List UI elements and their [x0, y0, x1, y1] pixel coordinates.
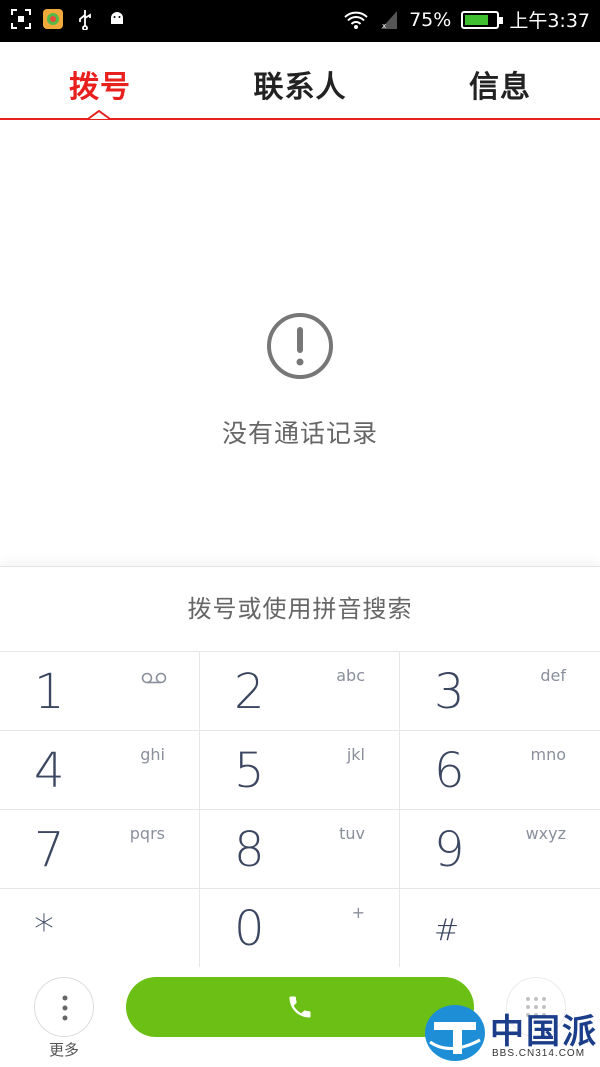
- battery-icon: [461, 10, 504, 29]
- key-digit: 5: [234, 743, 265, 799]
- svg-text:x: x: [382, 22, 386, 30]
- status-bar: x 75% 上午3:37: [0, 0, 600, 42]
- battery-percent: 75%: [409, 8, 452, 31]
- dial-search-input[interactable]: 拨号或使用拼音搜索: [0, 567, 600, 651]
- key-digit: 9: [434, 822, 465, 878]
- app-icon: [43, 9, 63, 29]
- more-label: 更多: [48, 1041, 79, 1059]
- key-letters: tuv: [339, 824, 365, 843]
- key-2[interactable]: 2 abc: [200, 652, 400, 731]
- tab-messages[interactable]: 信息: [400, 62, 600, 106]
- dialpad-panel: 拨号或使用拼音搜索 1 2 abc 3 def 4 ghi 5 jkl 6 mn…: [0, 566, 600, 1067]
- key-7[interactable]: 7 pqrs: [0, 810, 200, 889]
- more-vertical-icon: [62, 995, 68, 1021]
- key-digit: *: [34, 907, 54, 953]
- voicemail-icon: [141, 672, 167, 684]
- usb-icon: [79, 10, 91, 30]
- status-icons-right: x 75% 上午3:37: [343, 6, 590, 33]
- more-button[interactable]: [34, 977, 94, 1037]
- key-digit: 0: [234, 901, 265, 957]
- key-digit: 3: [434, 664, 465, 720]
- key-0[interactable]: 0 +: [200, 889, 400, 968]
- key-digit: #: [434, 913, 460, 948]
- clock: 上午3:37: [509, 10, 590, 32]
- battery-level: [465, 14, 488, 25]
- key-letters: wxyz: [525, 824, 566, 843]
- key-digit: 7: [34, 822, 65, 878]
- key-6[interactable]: 6 mno: [400, 731, 600, 810]
- watermark-text: 中国派: [490, 1012, 598, 1052]
- key-9[interactable]: 9 wxyz: [400, 810, 600, 889]
- tab-indicator-notch: [88, 110, 110, 120]
- key-letters: ghi: [140, 745, 165, 764]
- key-star[interactable]: *: [0, 889, 200, 968]
- key-letters: def: [540, 666, 566, 685]
- key-8[interactable]: 8 tuv: [200, 810, 400, 889]
- wifi-icon: [344, 11, 368, 29]
- screenshot-icon: [11, 9, 31, 29]
- key-1[interactable]: 1: [0, 652, 200, 731]
- tab-contacts[interactable]: 联系人: [200, 62, 400, 106]
- key-letters: mno: [530, 745, 566, 764]
- key-5[interactable]: 5 jkl: [200, 731, 400, 810]
- key-digit: 8: [234, 822, 265, 878]
- signal-icon: x: [381, 10, 398, 30]
- watermark: 中国派 BBS.CN314.COM: [420, 1000, 600, 1067]
- watermark-sub: BBS.CN314.COM: [492, 1048, 586, 1059]
- android-icon: [111, 12, 123, 24]
- key-4[interactable]: 4 ghi: [0, 731, 200, 810]
- dialpad: 1 2 abc 3 def 4 ghi 5 jkl 6 mno 7 pqrs 8…: [0, 651, 600, 968]
- key-letters: abc: [336, 666, 365, 685]
- key-digit: 4: [34, 743, 65, 799]
- call-log-empty-state: 没有通话记录: [0, 124, 600, 566]
- status-icons-left: [10, 8, 128, 30]
- watermark-logo: [425, 1005, 485, 1061]
- key-letters: pqrs: [129, 824, 165, 843]
- empty-state-text: 没有通话记录: [221, 419, 378, 448]
- phone-icon: [289, 996, 311, 1018]
- key-3[interactable]: 3 def: [400, 652, 600, 731]
- key-digit: 1: [34, 664, 65, 720]
- tab-dial[interactable]: 拨号: [0, 62, 200, 106]
- key-letters: +: [351, 903, 365, 922]
- key-digit: 2: [234, 664, 265, 720]
- key-digit: 6: [434, 743, 465, 799]
- alert-circle-icon: [267, 313, 333, 379]
- key-hash[interactable]: #: [400, 889, 600, 968]
- key-letters: jkl: [346, 745, 365, 764]
- tab-bar: 拨号 联系人 信息: [0, 42, 600, 122]
